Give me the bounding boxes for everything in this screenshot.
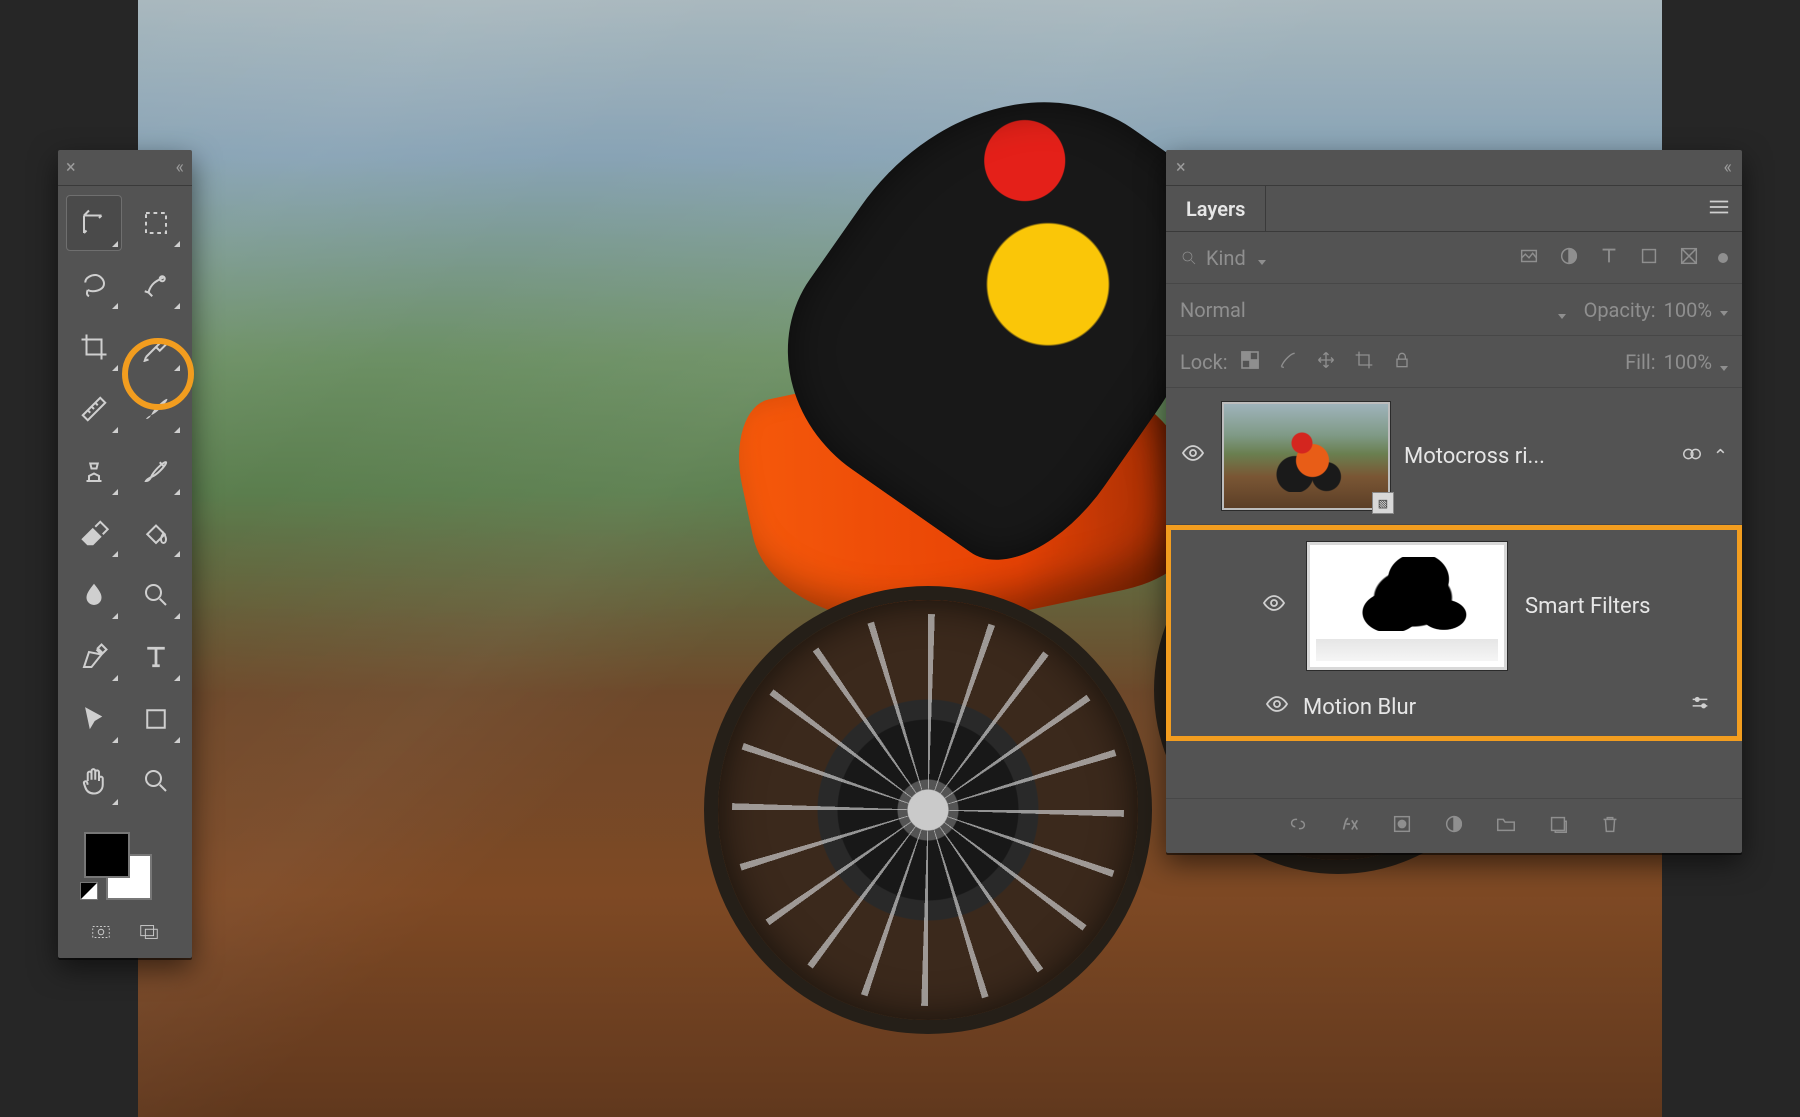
blend-mode-value: Normal — [1180, 298, 1246, 322]
fill-label: Fill: — [1625, 350, 1656, 374]
filter-smart-icon[interactable] — [1678, 245, 1700, 271]
foreground-color-swatch[interactable] — [84, 832, 130, 878]
filter-adjust-icon[interactable] — [1558, 245, 1580, 271]
lock-pixels-icon[interactable] — [1278, 350, 1298, 374]
dodge-tool[interactable] — [129, 568, 183, 622]
quick-mask-icon[interactable] — [87, 918, 115, 946]
wheel-icon — [718, 600, 1138, 1020]
layer-thumbnail[interactable] — [1222, 402, 1390, 510]
eyedropper-tool[interactable] — [129, 320, 183, 374]
layer-fx-icon[interactable] — [1339, 813, 1361, 839]
shape-tool[interactable] — [129, 692, 183, 746]
hand-tool[interactable] — [67, 754, 121, 808]
filter-blend-options-icon[interactable] — [1689, 693, 1711, 721]
layer-row[interactable]: ▧ Motocross ri... ⌃ — [1166, 388, 1742, 525]
linked-smart-object-icon — [1681, 443, 1703, 469]
delete-layer-icon[interactable] — [1599, 813, 1621, 839]
lock-artboard-icon[interactable] — [1354, 350, 1374, 374]
marquee-tool[interactable] — [129, 196, 183, 250]
add-mask-icon[interactable] — [1391, 813, 1413, 839]
close-icon[interactable]: × — [1176, 157, 1186, 178]
visibility-toggle-icon[interactable] — [1259, 591, 1289, 621]
ruler-tool[interactable] — [67, 382, 121, 436]
move-tool[interactable] — [67, 196, 121, 250]
zoom-tool[interactable] — [129, 754, 183, 808]
chevron-down-icon[interactable] — [1720, 304, 1728, 320]
lock-all-icon[interactable] — [1392, 350, 1412, 374]
chevron-down-icon — [1258, 250, 1266, 269]
visibility-toggle-icon[interactable] — [1265, 692, 1289, 722]
screen-mode-icon[interactable] — [135, 918, 163, 946]
history-brush-tool[interactable] — [129, 444, 183, 498]
smart-object-badge-icon: ▧ — [1372, 492, 1394, 514]
type-tool[interactable] — [129, 630, 183, 684]
tools-panel: × « — [58, 150, 192, 958]
pen-tool[interactable] — [67, 630, 121, 684]
path-select-tool[interactable] — [67, 692, 121, 746]
eraser-tool[interactable] — [67, 506, 121, 560]
smart-filter-entry[interactable]: Motion Blur — [1171, 682, 1737, 736]
close-icon[interactable]: × — [66, 157, 76, 178]
tutorial-highlight-rect: Smart Filters Motion Blur — [1166, 525, 1742, 741]
new-layer-icon[interactable] — [1547, 813, 1569, 839]
filter-type-icon[interactable] — [1598, 245, 1620, 271]
filter-mask-thumbnail[interactable] — [1307, 542, 1507, 670]
filter-toggle-icon[interactable] — [1718, 253, 1728, 263]
layers-empty-area — [1166, 741, 1742, 799]
chevron-down-icon[interactable] — [1720, 352, 1728, 376]
crop-tool[interactable] — [67, 320, 121, 374]
tab-layers[interactable]: Layers — [1166, 186, 1266, 231]
opacity-label: Opacity: — [1584, 298, 1656, 322]
panel-menu-icon[interactable] — [1708, 198, 1730, 220]
lock-label: Lock: — [1180, 350, 1228, 374]
paint-bucket-tool[interactable] — [129, 506, 183, 560]
lasso-tool[interactable] — [67, 258, 121, 312]
blur-tool[interactable] — [67, 568, 121, 622]
layers-panel: × « Layers Kind Normal — [1166, 150, 1742, 853]
collapse-icon[interactable]: « — [1724, 157, 1732, 178]
opacity-value[interactable]: 100% — [1664, 298, 1712, 322]
filter-shape-icon[interactable] — [1638, 245, 1660, 271]
fill-value[interactable]: 100% — [1664, 350, 1712, 374]
lock-transparency-icon[interactable] — [1240, 350, 1260, 374]
filter-label: Kind — [1206, 246, 1246, 270]
blend-mode-select[interactable]: Normal — [1180, 298, 1572, 322]
chevron-down-icon — [1558, 300, 1566, 324]
lock-position-icon[interactable] — [1316, 350, 1336, 374]
new-group-icon[interactable] — [1495, 813, 1517, 839]
filter-pixel-icon[interactable] — [1518, 245, 1540, 271]
smart-filters-heading: Smart Filters — [1525, 594, 1651, 619]
link-layers-icon[interactable] — [1287, 813, 1309, 839]
default-colors-icon[interactable] — [80, 882, 98, 900]
clone-stamp-tool[interactable] — [67, 444, 121, 498]
quick-select-tool[interactable] — [129, 258, 183, 312]
new-adjustment-icon[interactable] — [1443, 813, 1465, 839]
smart-filter-name: Motion Blur — [1303, 695, 1416, 720]
tab-label: Layers — [1186, 197, 1245, 221]
expand-filters-icon[interactable]: ⌃ — [1713, 446, 1728, 467]
color-swatches[interactable] — [78, 826, 156, 904]
visibility-toggle-icon[interactable] — [1178, 441, 1208, 471]
brush-tool[interactable] — [129, 382, 183, 436]
collapse-icon[interactable]: « — [176, 157, 184, 178]
smart-filters-row[interactable]: Smart Filters — [1171, 530, 1737, 682]
layer-name[interactable]: Motocross ri... — [1404, 444, 1667, 469]
layer-filter-select[interactable]: Kind — [1180, 246, 1506, 270]
